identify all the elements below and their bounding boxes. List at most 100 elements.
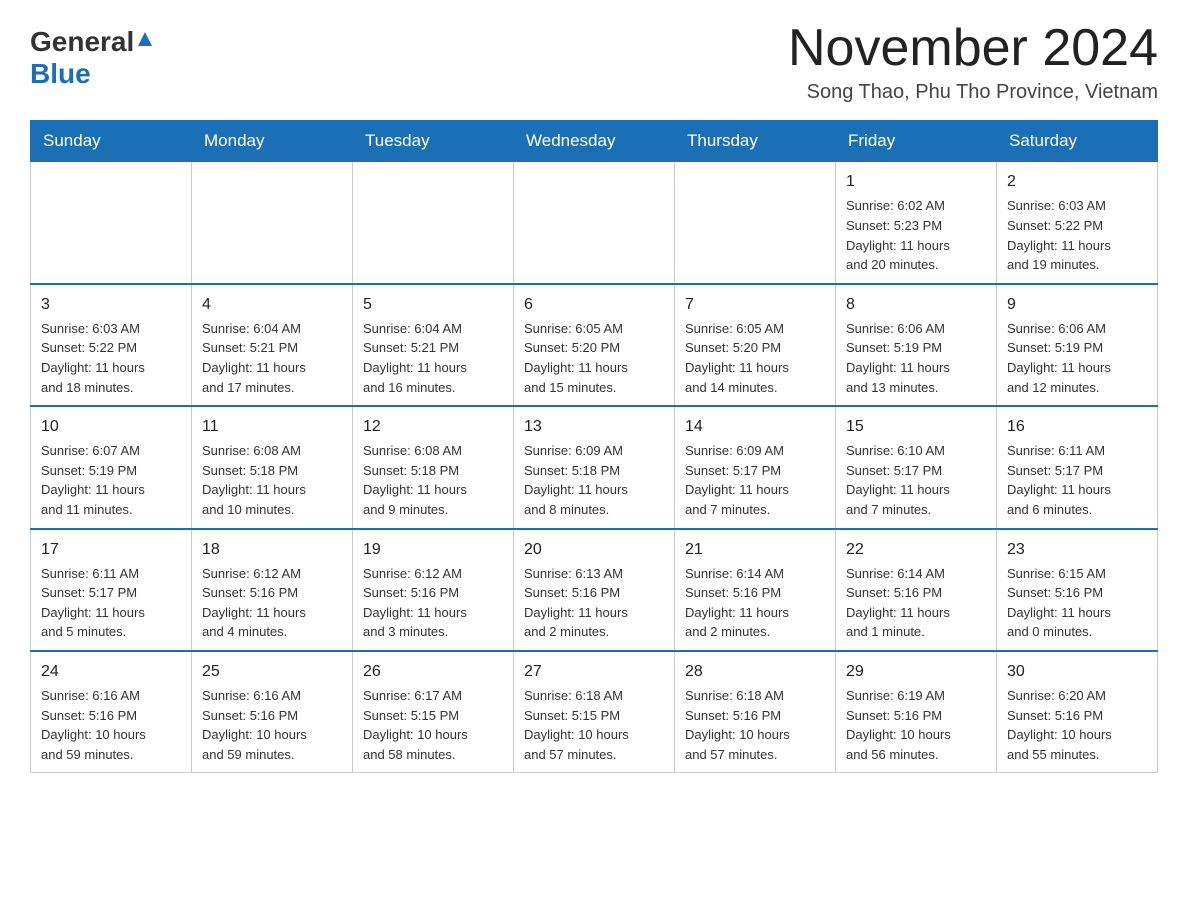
day-info: Sunrise: 6:08 AM Sunset: 5:18 PM Dayligh… (202, 443, 306, 517)
day-info: Sunrise: 6:05 AM Sunset: 5:20 PM Dayligh… (685, 321, 789, 395)
day-info: Sunrise: 6:19 AM Sunset: 5:16 PM Dayligh… (846, 688, 951, 762)
calendar-cell: 12Sunrise: 6:08 AM Sunset: 5:18 PM Dayli… (353, 406, 514, 528)
day-number: 6 (524, 293, 664, 316)
calendar-week-row: 17 Sunrise: 6:11 AM Sunset: 5:17 PM Dayli… (31, 529, 1158, 651)
calendar-cell: 22 Sunrise: 6:14 AM Sunset: 5:16 PM Dayli… (836, 529, 997, 651)
logo-triangle-icon (136, 28, 154, 53)
day-number: 10 (41, 415, 181, 438)
day-info: Sunrise: 6:09 AM Sunset: 5:18 PM Dayligh… (524, 443, 628, 517)
day-number: 25 (202, 660, 342, 683)
calendar-weekday-sunday: Sunday (31, 121, 192, 162)
day-number: 14 (685, 415, 825, 438)
calendar-cell: 10Sunrise: 6:07 AM Sunset: 5:19 PM Dayli… (31, 406, 192, 528)
location-subtitle: Song Thao, Phu Tho Province, Vietnam (788, 81, 1158, 104)
calendar-cell: 16 Sunrise: 6:11 AM Sunset: 5:17 PM Dayli… (997, 406, 1158, 528)
day-info: Sunrise: 6:16 AM Sunset: 5:16 PM Dayligh… (41, 688, 146, 762)
day-number: 27 (524, 660, 664, 683)
day-info: Sunrise: 6:05 AM Sunset: 5:20 PM Dayligh… (524, 321, 628, 395)
calendar-week-row: 10Sunrise: 6:07 AM Sunset: 5:19 PM Dayli… (31, 406, 1158, 528)
calendar-cell: 25 Sunrise: 6:16 AM Sunset: 5:16 PM Dayli… (192, 651, 353, 773)
calendar-cell: 17 Sunrise: 6:11 AM Sunset: 5:17 PM Dayli… (31, 529, 192, 651)
calendar-cell: 26 Sunrise: 6:17 AM Sunset: 5:15 PM Dayli… (353, 651, 514, 773)
day-info: Sunrise: 6:12 AM Sunset: 5:16 PM Dayligh… (202, 566, 306, 640)
calendar-cell: 2 Sunrise: 6:03 AM Sunset: 5:22 PM Daylig… (997, 162, 1158, 284)
calendar-table: SundayMondayTuesdayWednesdayThursdayFrid… (30, 120, 1158, 773)
calendar-header-row: SundayMondayTuesdayWednesdayThursdayFrid… (31, 121, 1158, 162)
day-info: Sunrise: 6:08 AM Sunset: 5:18 PM Dayligh… (363, 443, 467, 517)
day-info: Sunrise: 6:06 AM Sunset: 5:19 PM Dayligh… (846, 321, 950, 395)
day-info: Sunrise: 6:04 AM Sunset: 5:21 PM Dayligh… (363, 321, 467, 395)
calendar-cell: 28 Sunrise: 6:18 AM Sunset: 5:16 PM Dayli… (675, 651, 836, 773)
calendar-cell (514, 162, 675, 284)
header: General Blue November 2024 Song Thao, Ph… (30, 20, 1158, 104)
day-number: 2 (1007, 170, 1147, 193)
day-info: Sunrise: 6:20 AM Sunset: 5:16 PM Dayligh… (1007, 688, 1112, 762)
day-info: Sunrise: 6:14 AM Sunset: 5:16 PM Dayligh… (846, 566, 950, 640)
day-number: 11 (202, 415, 342, 438)
day-number: 16 (1007, 415, 1147, 438)
day-info: Sunrise: 6:18 AM Sunset: 5:16 PM Dayligh… (685, 688, 790, 762)
calendar-cell: 14 Sunrise: 6:09 AM Sunset: 5:17 PM Dayli… (675, 406, 836, 528)
day-info: Sunrise: 6:13 AM Sunset: 5:16 PM Dayligh… (524, 566, 628, 640)
calendar-cell: 11 Sunrise: 6:08 AM Sunset: 5:18 PM Dayli… (192, 406, 353, 528)
calendar-cell (192, 162, 353, 284)
calendar-cell: 8 Sunrise: 6:06 AM Sunset: 5:19 PM Daylig… (836, 284, 997, 406)
day-info: Sunrise: 6:12 AM Sunset: 5:16 PM Dayligh… (363, 566, 467, 640)
day-number: 3 (41, 293, 181, 316)
calendar-cell: 13 Sunrise: 6:09 AM Sunset: 5:18 PM Dayli… (514, 406, 675, 528)
calendar-week-row: 3Sunrise: 6:03 AM Sunset: 5:22 PM Daylig… (31, 284, 1158, 406)
calendar-cell (675, 162, 836, 284)
day-info: Sunrise: 6:06 AM Sunset: 5:19 PM Dayligh… (1007, 321, 1111, 395)
calendar-cell: 9 Sunrise: 6:06 AM Sunset: 5:19 PM Daylig… (997, 284, 1158, 406)
calendar-weekday-saturday: Saturday (997, 121, 1158, 162)
title-area: November 2024 Song Thao, Phu Tho Provinc… (788, 20, 1158, 104)
day-info: Sunrise: 6:04 AM Sunset: 5:21 PM Dayligh… (202, 321, 306, 395)
calendar-cell: 30 Sunrise: 6:20 AM Sunset: 5:16 PM Dayli… (997, 651, 1158, 773)
calendar-week-row: 24Sunrise: 6:16 AM Sunset: 5:16 PM Dayli… (31, 651, 1158, 773)
day-info: Sunrise: 6:03 AM Sunset: 5:22 PM Dayligh… (1007, 198, 1111, 272)
day-info: Sunrise: 6:09 AM Sunset: 5:17 PM Dayligh… (685, 443, 789, 517)
calendar-cell: 1 Sunrise: 6:02 AM Sunset: 5:23 PM Daylig… (836, 162, 997, 284)
day-info: Sunrise: 6:11 AM Sunset: 5:17 PM Dayligh… (41, 566, 145, 640)
day-number: 15 (846, 415, 986, 438)
day-number: 4 (202, 293, 342, 316)
day-number: 13 (524, 415, 664, 438)
calendar-cell: 24Sunrise: 6:16 AM Sunset: 5:16 PM Dayli… (31, 651, 192, 773)
day-info: Sunrise: 6:14 AM Sunset: 5:16 PM Dayligh… (685, 566, 789, 640)
day-number: 9 (1007, 293, 1147, 316)
calendar-cell: 27 Sunrise: 6:18 AM Sunset: 5:15 PM Dayli… (514, 651, 675, 773)
day-info: Sunrise: 6:17 AM Sunset: 5:15 PM Dayligh… (363, 688, 468, 762)
day-info: Sunrise: 6:15 AM Sunset: 5:16 PM Dayligh… (1007, 566, 1111, 640)
day-number: 5 (363, 293, 503, 316)
logo-general-text: General (30, 26, 134, 58)
calendar-cell: 21 Sunrise: 6:14 AM Sunset: 5:16 PM Dayli… (675, 529, 836, 651)
day-number: 8 (846, 293, 986, 316)
day-number: 7 (685, 293, 825, 316)
calendar-cell: 23 Sunrise: 6:15 AM Sunset: 5:16 PM Dayli… (997, 529, 1158, 651)
calendar-cell (31, 162, 192, 284)
day-number: 1 (846, 170, 986, 193)
logo-blue-text: Blue (30, 58, 91, 89)
day-number: 26 (363, 660, 503, 683)
day-number: 29 (846, 660, 986, 683)
calendar-weekday-thursday: Thursday (675, 121, 836, 162)
calendar-weekday-tuesday: Tuesday (353, 121, 514, 162)
day-number: 20 (524, 538, 664, 561)
day-info: Sunrise: 6:18 AM Sunset: 5:15 PM Dayligh… (524, 688, 629, 762)
day-number: 30 (1007, 660, 1147, 683)
day-info: Sunrise: 6:02 AM Sunset: 5:23 PM Dayligh… (846, 198, 950, 272)
month-title: November 2024 (788, 20, 1158, 77)
calendar-cell: 4 Sunrise: 6:04 AM Sunset: 5:21 PM Daylig… (192, 284, 353, 406)
day-info: Sunrise: 6:16 AM Sunset: 5:16 PM Dayligh… (202, 688, 307, 762)
calendar-cell: 19Sunrise: 6:12 AM Sunset: 5:16 PM Dayli… (353, 529, 514, 651)
day-number: 23 (1007, 538, 1147, 561)
day-number: 28 (685, 660, 825, 683)
day-number: 18 (202, 538, 342, 561)
day-number: 21 (685, 538, 825, 561)
calendar-cell (353, 162, 514, 284)
day-number: 17 (41, 538, 181, 561)
day-number: 22 (846, 538, 986, 561)
logo: General Blue (30, 20, 154, 90)
calendar-cell: 6 Sunrise: 6:05 AM Sunset: 5:20 PM Daylig… (514, 284, 675, 406)
day-info: Sunrise: 6:11 AM Sunset: 5:17 PM Dayligh… (1007, 443, 1111, 517)
